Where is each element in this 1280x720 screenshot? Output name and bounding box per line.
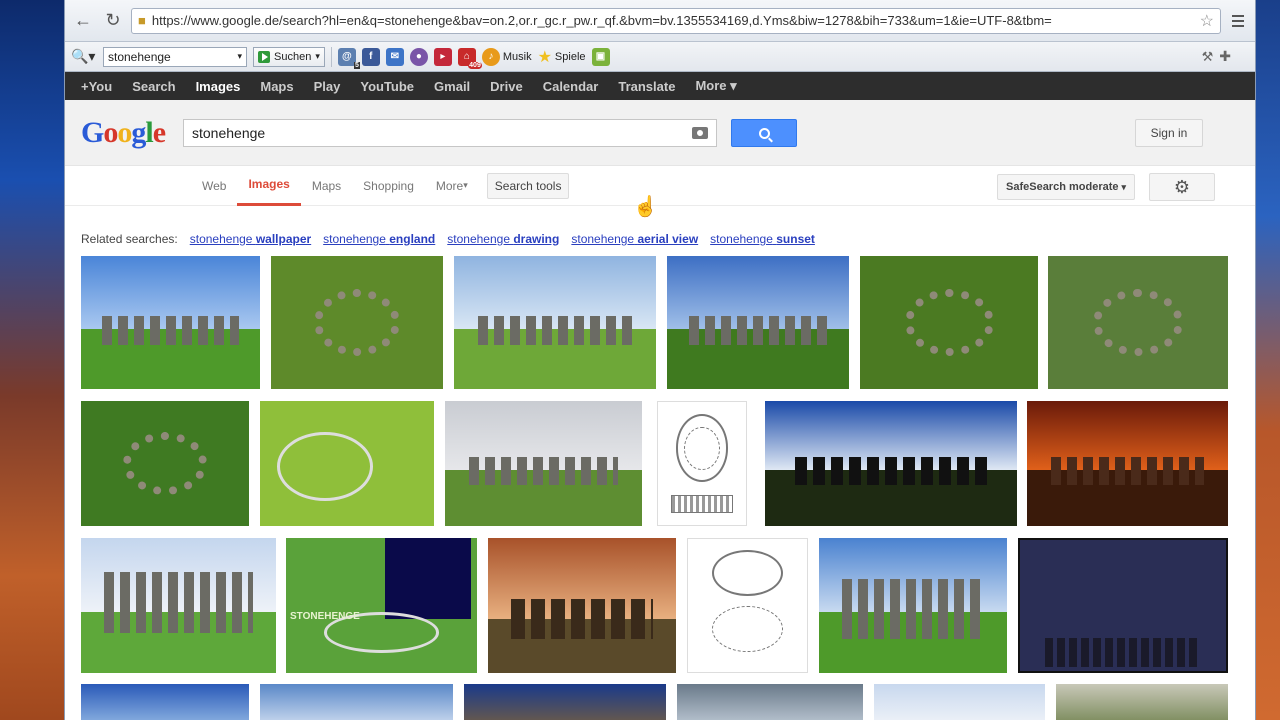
image-result[interactable] bbox=[667, 256, 849, 389]
add-icon[interactable]: ✚ bbox=[1219, 48, 1231, 65]
image-result[interactable] bbox=[81, 256, 260, 389]
search-query: stonehenge bbox=[192, 125, 266, 141]
image-result[interactable] bbox=[765, 401, 1017, 526]
search-input[interactable]: stonehenge bbox=[183, 119, 717, 147]
tab-shopping[interactable]: Shopping bbox=[352, 166, 425, 206]
musik-link[interactable]: ♪ Musik bbox=[481, 47, 532, 66]
related-link-england[interactable]: stonehenge england bbox=[323, 232, 435, 246]
tab-images[interactable]: Images bbox=[237, 166, 301, 206]
email-icon[interactable]: ✉ bbox=[385, 47, 404, 66]
search-button[interactable] bbox=[731, 119, 797, 147]
games-star-icon: ★ bbox=[537, 48, 552, 66]
image-result[interactable] bbox=[81, 684, 249, 720]
gbar-more[interactable]: More ▾ bbox=[695, 78, 736, 94]
image-result[interactable] bbox=[445, 401, 642, 526]
image-result[interactable] bbox=[81, 538, 276, 673]
gbar-search[interactable]: Search bbox=[132, 79, 175, 94]
counter-badge: 5 bbox=[353, 61, 360, 69]
google-navbar: +You Search Images Maps Play YouTube Gma… bbox=[65, 72, 1255, 100]
image-result[interactable] bbox=[874, 684, 1045, 720]
image-result[interactable] bbox=[1056, 684, 1228, 720]
spiele-label: Spiele bbox=[554, 50, 586, 63]
play-icon bbox=[258, 50, 270, 63]
related-link-aerial-view[interactable]: stonehenge aerial view bbox=[571, 232, 698, 246]
search-header: Google stonehenge Sign in bbox=[65, 100, 1255, 166]
toolbar-search-icon[interactable]: 🔍▾ bbox=[71, 48, 97, 65]
hand-cursor-icon: ☝ bbox=[633, 196, 658, 218]
gbar-images[interactable]: Images bbox=[196, 79, 241, 94]
gbar-play[interactable]: Play bbox=[314, 79, 341, 94]
desktop-background bbox=[1256, 0, 1280, 720]
related-searches: Related searches: stonehenge wallpaper s… bbox=[65, 206, 1255, 252]
image-result[interactable] bbox=[657, 401, 747, 526]
image-result[interactable] bbox=[488, 538, 676, 673]
related-link-wallpaper[interactable]: stonehenge wallpaper bbox=[190, 232, 311, 246]
spiele-link[interactable]: ★ Spiele bbox=[538, 47, 586, 67]
wrench-icon[interactable]: ⚒ bbox=[1202, 49, 1214, 65]
tab-more[interactable]: More bbox=[425, 166, 479, 206]
video-icon[interactable]: ▶ bbox=[433, 47, 452, 66]
notification-badge: 409 bbox=[468, 61, 482, 69]
image-result[interactable] bbox=[687, 538, 808, 673]
chrome-menu-icon[interactable] bbox=[1227, 14, 1249, 27]
extension-icon[interactable]: ▣ bbox=[591, 47, 610, 66]
address-bar-row: ← ↻ ■ https://www.google.de/search?hl=en… bbox=[65, 0, 1255, 42]
image-result[interactable] bbox=[860, 256, 1038, 389]
radio-icon[interactable]: ● bbox=[409, 47, 428, 66]
addon-toolbar: 🔍▾ stonehenge ▾ Suchen ▾ @5 f ✉ ● ▶ ⌂ 409… bbox=[65, 42, 1255, 72]
related-link-sunset[interactable]: stonehenge sunset bbox=[710, 232, 815, 246]
url-input[interactable]: ■ https://www.google.de/search?hl=en&q=s… bbox=[131, 7, 1221, 34]
reload-icon[interactable]: ↻ bbox=[101, 9, 125, 33]
gear-icon[interactable]: ⚙ bbox=[1149, 173, 1215, 201]
google-logo[interactable]: Google bbox=[81, 116, 183, 150]
back-arrow-icon[interactable]: ← bbox=[71, 9, 95, 33]
image-result[interactable] bbox=[1027, 401, 1228, 526]
image-result[interactable]: STONEHENGE bbox=[286, 538, 477, 673]
tab-web[interactable]: Web bbox=[191, 166, 237, 206]
musik-label: Musik bbox=[502, 50, 532, 63]
safesearch-dropdown[interactable]: SafeSearch moderate bbox=[997, 174, 1136, 200]
dropdown-arrow-icon[interactable]: ▾ bbox=[237, 51, 242, 62]
image-caption: STONEHENGE bbox=[290, 610, 360, 622]
gbar-maps[interactable]: Maps bbox=[260, 79, 293, 94]
gbar-youtube[interactable]: YouTube bbox=[360, 79, 414, 94]
tab-maps[interactable]: Maps bbox=[301, 166, 352, 206]
image-result[interactable] bbox=[271, 256, 443, 389]
page-icon: ■ bbox=[138, 13, 146, 28]
suchen-button[interactable]: Suchen ▾ bbox=[253, 46, 325, 67]
facebook-icon[interactable]: f bbox=[361, 47, 380, 66]
sign-in-button[interactable]: Sign in bbox=[1135, 119, 1203, 147]
gbar-translate[interactable]: Translate bbox=[618, 79, 675, 94]
gbar-calendar[interactable]: Calendar bbox=[543, 79, 599, 94]
related-link-drawing[interactable]: stonehenge drawing bbox=[447, 232, 559, 246]
gbar-gmail[interactable]: Gmail bbox=[434, 79, 470, 94]
image-result[interactable] bbox=[1048, 256, 1228, 389]
image-result[interactable] bbox=[454, 256, 656, 389]
image-result[interactable] bbox=[260, 684, 453, 720]
camera-icon[interactable] bbox=[692, 127, 708, 139]
browser-window: ← ↻ ■ https://www.google.de/search?hl=en… bbox=[64, 0, 1256, 720]
image-result[interactable] bbox=[464, 684, 666, 720]
notification-icon[interactable]: ⌂ 409 bbox=[457, 47, 482, 69]
mail-counter-icon[interactable]: @5 bbox=[337, 47, 360, 69]
suchen-label: Suchen bbox=[274, 50, 312, 63]
search-tabs: Web Images Maps Shopping More Search too… bbox=[65, 166, 1255, 206]
toolbar-separator bbox=[330, 46, 332, 67]
dropdown-arrow-icon[interactable]: ▾ bbox=[315, 51, 320, 62]
image-result[interactable] bbox=[81, 401, 249, 526]
search-tools-button[interactable]: Search tools bbox=[486, 172, 570, 199]
image-result[interactable] bbox=[677, 684, 863, 720]
toolbar-search-value: stonehenge bbox=[108, 49, 171, 64]
music-icon: ♪ bbox=[481, 47, 500, 66]
related-label: Related searches: bbox=[81, 232, 178, 246]
magnifier-icon bbox=[758, 127, 770, 139]
gbar-you[interactable]: +You bbox=[81, 79, 112, 94]
image-result[interactable] bbox=[1018, 538, 1228, 673]
image-result[interactable] bbox=[260, 401, 434, 526]
toolbar-search-input[interactable]: stonehenge ▾ bbox=[103, 46, 247, 67]
url-text: https://www.google.de/search?hl=en&q=sto… bbox=[151, 13, 1052, 28]
image-result[interactable] bbox=[819, 538, 1007, 673]
gbar-drive[interactable]: Drive bbox=[490, 79, 523, 94]
bookmark-star-icon[interactable]: ☆ bbox=[1200, 11, 1214, 31]
